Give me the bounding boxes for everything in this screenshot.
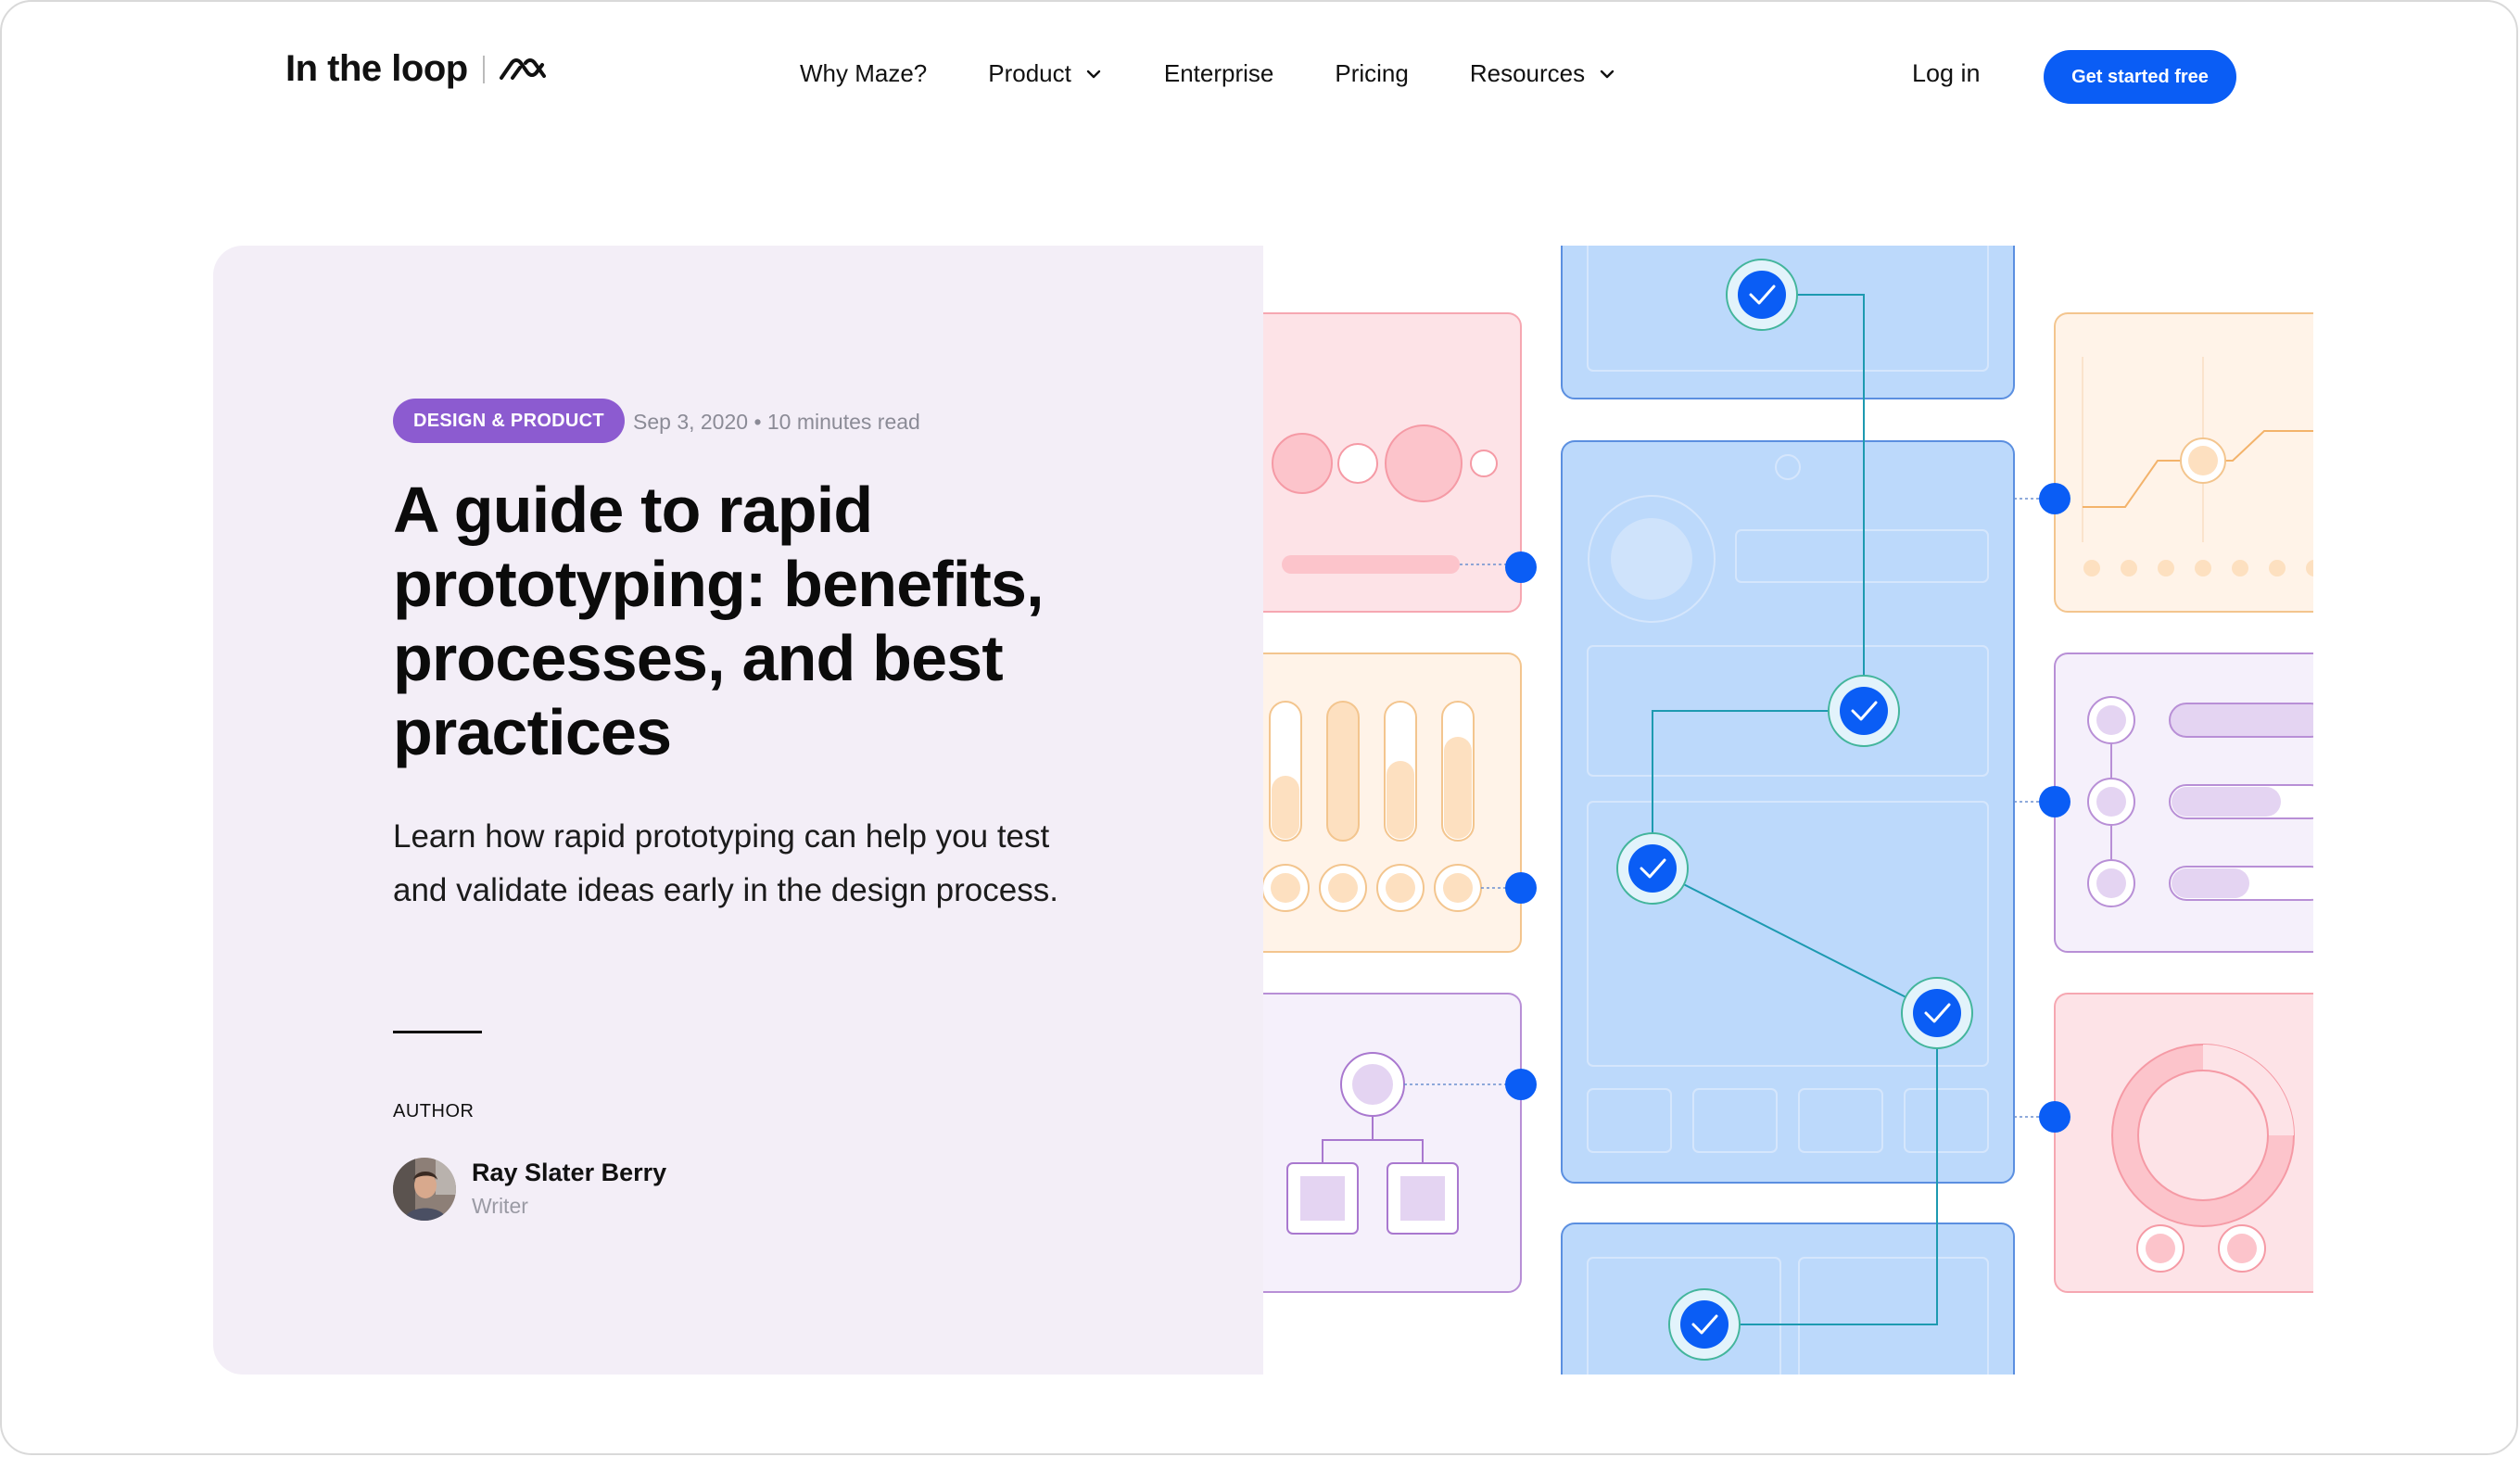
author-role: Writer	[472, 1194, 528, 1218]
hero-illustration	[1263, 246, 2313, 1375]
browser-frame: In the loop Why Maze? Product Enterprise…	[0, 0, 2518, 1455]
chevron-down-icon	[1086, 70, 1101, 78]
nav-item-label: Enterprise	[1163, 59, 1274, 87]
check-node-5	[1668, 1288, 1741, 1361]
section-divider	[393, 1031, 482, 1033]
pink-card	[1263, 312, 1537, 613]
nav-item-label: Product	[988, 59, 1071, 87]
nav-item-why-maze[interactable]: Why Maze?	[800, 59, 927, 88]
article-lede: Learn how rapid prototyping can help you…	[393, 818, 1058, 908]
connector-dot	[1505, 872, 1537, 904]
donut-card	[2014, 993, 2313, 1293]
maze-logo-icon	[499, 57, 546, 80]
connector-dot	[1505, 551, 1537, 583]
author-name[interactable]: Ray Slater Berry	[472, 1159, 666, 1187]
line-chart-card	[2014, 312, 2313, 613]
check-node-1	[1726, 259, 1798, 331]
chevron-down-icon	[1600, 70, 1615, 78]
blue-screen-main	[1561, 440, 2015, 1184]
blue-screen-bottom	[1561, 1223, 2015, 1375]
article-meta: Sep 3, 2020 • 10 minutes read	[633, 410, 920, 434]
author-label: AUTHOR	[393, 1101, 475, 1121]
check-node-3	[1616, 832, 1689, 905]
list-card	[2014, 652, 2313, 953]
category-badge[interactable]: DESIGN & PRODUCT	[393, 399, 625, 443]
article-title: A guide to rapid prototyping: benefits, …	[393, 474, 1045, 768]
peach-card	[1263, 652, 1537, 953]
check-node-4	[1901, 977, 1973, 1049]
main-nav: Why Maze? Product Enterprise Pricing Res…	[800, 59, 1678, 88]
nav-item-resources[interactable]: Resources	[1470, 59, 1616, 88]
avatar-image	[393, 1158, 456, 1221]
logo-divider	[482, 55, 485, 83]
login-link[interactable]: Log in	[1912, 59, 1981, 88]
connector-dot	[2039, 786, 2070, 817]
site-logo[interactable]: In the loop	[285, 48, 548, 90]
lilac-card	[1263, 993, 1537, 1293]
check-node-2	[1828, 675, 1900, 747]
nav-item-label: Why Maze?	[800, 59, 928, 87]
connector-dot	[1505, 1069, 1537, 1100]
nav-item-product[interactable]: Product	[988, 59, 1103, 88]
nav-item-enterprise[interactable]: Enterprise	[1164, 59, 1274, 88]
connector-dot	[2039, 1101, 2070, 1133]
nav-item-pricing[interactable]: Pricing	[1335, 59, 1408, 88]
nav-item-label: Resources	[1469, 59, 1586, 87]
connector-dot	[2039, 483, 2070, 514]
author-avatar[interactable]	[393, 1158, 456, 1221]
nav-item-label: Pricing	[1335, 59, 1409, 87]
logo-text: In the loop	[285, 48, 468, 89]
get-started-button[interactable]: Get started free	[2044, 50, 2236, 104]
blue-screen-top	[1561, 246, 2015, 399]
